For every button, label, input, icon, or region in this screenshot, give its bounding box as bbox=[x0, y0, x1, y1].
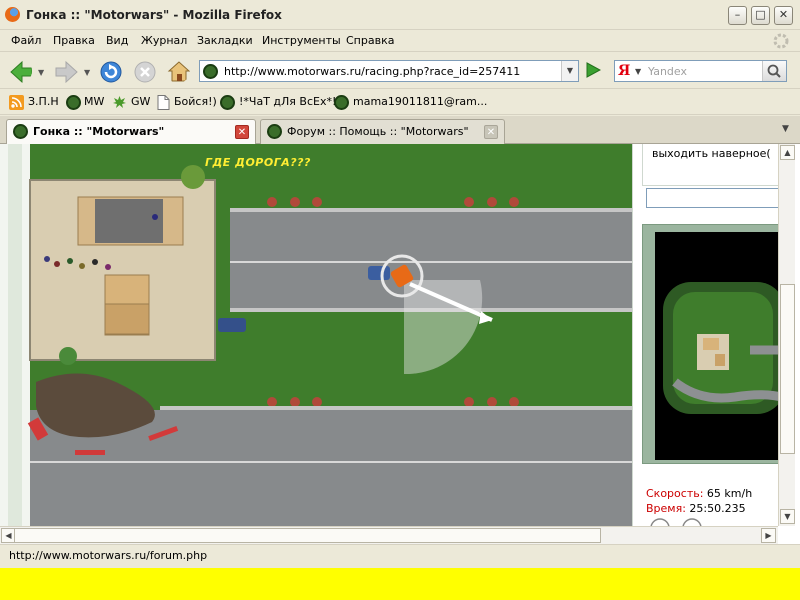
url-bar[interactable]: http://www.motorwars.ru/racing.php?race_… bbox=[199, 60, 579, 82]
site-favicon-icon bbox=[267, 124, 282, 139]
site-icon bbox=[334, 95, 349, 110]
tab-list-dropdown-icon[interactable]: ▼ bbox=[782, 124, 789, 134]
close-tab-icon[interactable]: ✕ bbox=[235, 125, 249, 139]
firefox-icon bbox=[5, 7, 20, 22]
horizontal-scroll-thumb[interactable] bbox=[14, 528, 601, 543]
site-favicon-icon bbox=[13, 124, 28, 139]
forward-history-dropdown-icon[interactable]: ▼ bbox=[84, 68, 90, 77]
opponent-car bbox=[368, 266, 390, 280]
minimap-scene bbox=[655, 232, 785, 460]
leaf-icon bbox=[113, 96, 126, 108]
wooden-box-lower bbox=[104, 303, 150, 335]
site-favicon-icon bbox=[203, 64, 218, 79]
chat-input[interactable] bbox=[646, 188, 786, 208]
spectator bbox=[92, 259, 98, 265]
minimap[interactable] bbox=[655, 232, 785, 460]
menu-bookmarks[interactable]: Закладки bbox=[197, 34, 253, 47]
side-panel: выходить наверное( Скорость: 65 km/h Вре… bbox=[632, 144, 786, 528]
forward-icon[interactable] bbox=[54, 59, 78, 83]
search-engine-logo[interactable]: Я bbox=[618, 63, 630, 79]
scroll-right-icon[interactable]: ▶ bbox=[761, 528, 776, 543]
tree bbox=[181, 165, 205, 189]
back-icon[interactable] bbox=[8, 59, 32, 83]
site-icon bbox=[220, 95, 235, 110]
opponent-car bbox=[218, 318, 246, 332]
menu-history[interactable]: Журнал bbox=[141, 34, 187, 47]
status-bar: http://www.motorwars.ru/forum.php bbox=[0, 544, 800, 566]
bookmark-item[interactable]: З.П.Н bbox=[28, 95, 59, 108]
stop-icon[interactable] bbox=[132, 59, 156, 83]
bookmark-item[interactable]: mama19011811@ram... bbox=[353, 95, 487, 108]
home-icon[interactable] bbox=[166, 59, 190, 83]
lower-road-curb bbox=[160, 406, 632, 410]
status-text: http://www.motorwars.ru/forum.php bbox=[9, 549, 208, 562]
time-value: 25:50.235 bbox=[689, 502, 746, 515]
url-text[interactable]: http://www.motorwars.ru/racing.php?race_… bbox=[224, 65, 520, 78]
page-content: ГДЕ ДОРОГА??? выходить наверное(Скорост… bbox=[0, 144, 800, 544]
bookmark-item[interactable]: MW bbox=[84, 95, 104, 108]
speed-value: 65 km/h bbox=[706, 487, 753, 500]
vertical-scroll-thumb[interactable] bbox=[780, 284, 795, 454]
spectator bbox=[105, 264, 111, 270]
reload-icon[interactable] bbox=[98, 59, 122, 83]
menu-tools[interactable]: Инструменты bbox=[262, 34, 341, 47]
tab-racing[interactable]: Гонка :: "Motorwars" ✕ bbox=[6, 119, 256, 144]
scroll-up-icon[interactable]: ▲ bbox=[780, 145, 795, 160]
search-bar[interactable]: Я ▼ Yandex bbox=[614, 60, 787, 82]
tab-title[interactable]: Гонка :: "Motorwars" bbox=[33, 125, 164, 138]
menu-edit[interactable]: Правка bbox=[53, 34, 95, 47]
close-button[interactable]: ✕ bbox=[774, 6, 793, 25]
back-history-dropdown-icon[interactable]: ▼ bbox=[38, 68, 44, 77]
browser-window: Гонка :: "Motorwars" - Mozilla Firefox –… bbox=[0, 0, 800, 568]
url-history-dropdown-icon[interactable]: ▼ bbox=[561, 61, 578, 81]
tab-title[interactable]: Форум :: Помощь :: "Motorwars" bbox=[287, 125, 469, 138]
vertical-scrollbar[interactable]: ▲ ▼ bbox=[778, 144, 795, 526]
site-icon bbox=[66, 95, 81, 110]
spectator bbox=[79, 263, 85, 269]
tab-forum[interactable]: Форум :: Помощь :: "Motorwars" ✕ bbox=[260, 119, 505, 144]
close-tab-icon[interactable]: ✕ bbox=[484, 125, 498, 139]
minimize-button[interactable]: – bbox=[728, 6, 747, 25]
page-margin-stripe bbox=[8, 144, 22, 526]
time-label: Время: bbox=[646, 502, 686, 515]
throbber-icon bbox=[773, 33, 789, 49]
upper-road-curb bbox=[230, 208, 632, 212]
bush bbox=[59, 347, 77, 365]
spectator bbox=[152, 214, 158, 220]
search-engine-dropdown-icon[interactable]: ▼ bbox=[635, 67, 641, 76]
menu-view[interactable]: Вид bbox=[106, 34, 128, 47]
chat-message: выходить наверное( bbox=[652, 147, 771, 160]
ramp-deck bbox=[95, 199, 163, 243]
race-track-scene bbox=[0, 144, 632, 526]
window-title: Гонка :: "Motorwars" - Mozilla Firefox bbox=[26, 8, 282, 22]
maximize-button[interactable]: □ bbox=[751, 6, 770, 25]
go-icon[interactable] bbox=[585, 62, 601, 78]
speed-label: Скорость: bbox=[646, 487, 704, 500]
spectator bbox=[54, 261, 60, 267]
menu-file[interactable]: Файл bbox=[11, 34, 41, 47]
game-overlay-text: ГДЕ ДОРОГА??? bbox=[205, 156, 311, 169]
bookmark-item[interactable]: !*ЧаТ дЛя ВсЕх*! bbox=[239, 95, 336, 108]
search-button[interactable] bbox=[762, 61, 786, 81]
search-placeholder[interactable]: Yandex bbox=[648, 65, 687, 78]
rss-icon bbox=[9, 95, 24, 110]
magnifier-icon bbox=[767, 64, 781, 78]
spectator bbox=[67, 258, 73, 264]
scroll-down-icon[interactable]: ▼ bbox=[780, 509, 795, 524]
speed-readout: Скорость: 65 km/h bbox=[646, 487, 752, 500]
page-icon bbox=[157, 95, 170, 110]
barrier-stripe bbox=[75, 450, 105, 455]
spectator bbox=[44, 256, 50, 262]
tab-bar: Гонка :: "Motorwars" ✕ Форум :: Помощь :… bbox=[0, 116, 800, 144]
menu-help[interactable]: Справка bbox=[346, 34, 394, 47]
bookmark-item[interactable]: Бойся!) bbox=[174, 95, 217, 108]
time-readout: Время: 25:50.235 bbox=[646, 502, 746, 515]
bookmark-item[interactable]: GW bbox=[131, 95, 150, 108]
bookmarks-toolbar: З.П.Н MW GW Бойся!) !*ЧаТ дЛя ВсЕх*! mam… bbox=[0, 90, 800, 115]
title-bar: Гонка :: "Motorwars" - Mozilla Firefox –… bbox=[0, 0, 800, 30]
menu-bar: Файл Правка Вид Журнал Закладки Инструме… bbox=[0, 30, 800, 52]
horizontal-scrollbar[interactable]: ◀ ▶ bbox=[0, 526, 778, 544]
game-canvas[interactable]: ГДЕ ДОРОГА??? bbox=[0, 144, 632, 526]
